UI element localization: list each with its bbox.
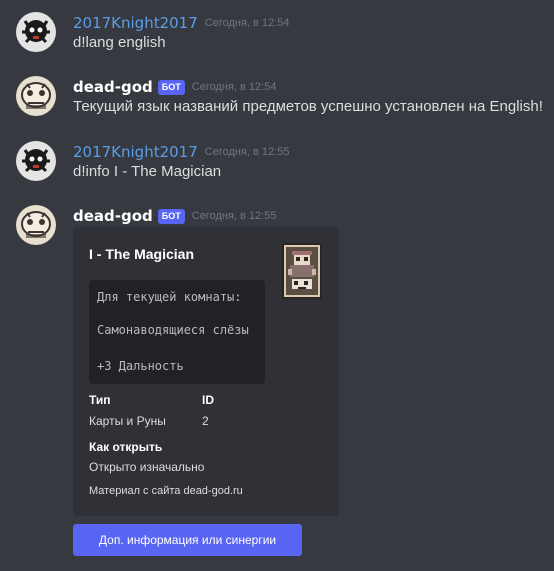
username[interactable]: dead-god	[73, 207, 153, 225]
message-header: 2017Knight2017 Сегодня, в 12:55	[73, 141, 289, 163]
user-avatar[interactable]	[16, 12, 56, 52]
effects-codeblock: Для текущей комнаты: Самонаводящиеся слё…	[89, 280, 265, 384]
message-text: d!info I - The Magician	[73, 163, 222, 180]
username[interactable]: 2017Knight2017	[73, 143, 198, 161]
username[interactable]: dead-god	[73, 78, 153, 96]
timestamp: Сегодня, в 12:55	[204, 146, 290, 158]
message-1: 2017Knight2017 Сегодня, в 12:54 d!lang e…	[0, 12, 554, 56]
message-header: 2017Knight2017 Сегодня, в 12:54	[73, 12, 289, 34]
message-header: dead-god БОТ Сегодня, в 12:55	[73, 205, 276, 227]
bot-avatar[interactable]	[16, 76, 56, 116]
timestamp: Сегодня, в 12:55	[191, 210, 277, 222]
field-value-unlock: Открыто изначально	[89, 460, 205, 474]
field-value-id: 2	[202, 414, 209, 428]
username[interactable]: 2017Knight2017	[73, 14, 198, 32]
code-line: Самонаводящиеся слёзы	[97, 323, 249, 337]
field-name-id: ID	[202, 393, 214, 407]
message-text: d!lang english	[73, 34, 166, 51]
message-text: Текущий язык названий предметов успешно …	[73, 98, 543, 115]
message-2: dead-god БОТ Сегодня, в 12:54 Текущий яз…	[0, 76, 554, 120]
bot-avatar[interactable]	[16, 205, 56, 245]
timestamp: Сегодня, в 12:54	[191, 81, 277, 93]
embed-title: I - The Magician	[89, 246, 195, 262]
code-line: Для текущей комнаты:	[97, 290, 242, 304]
timestamp: Сегодня, в 12:54	[204, 17, 290, 29]
card-thumbnail[interactable]	[282, 243, 322, 299]
user-avatar[interactable]	[16, 141, 56, 181]
message-4: dead-god БОТ Сегодня, в 12:55	[0, 205, 554, 245]
message-header: dead-god БОТ Сегодня, в 12:54	[73, 76, 276, 98]
bot-badge: БОТ	[157, 208, 185, 224]
message-3: 2017Knight2017 Сегодня, в 12:55 d!info I…	[0, 141, 554, 185]
more-info-button[interactable]: Доп. информация или синергии	[73, 524, 302, 556]
bot-badge: БОТ	[157, 79, 185, 95]
field-name-type: Тип	[89, 393, 111, 407]
field-value-type: Карты и Руны	[89, 414, 166, 428]
code-line: +3 Дальность	[97, 359, 184, 373]
item-embed: I - The Magician Для текущей комнаты: Са…	[73, 227, 339, 516]
embed-footer: Материал с сайта dead-god.ru	[89, 485, 243, 497]
field-name-unlock: Как открыть	[89, 440, 163, 454]
